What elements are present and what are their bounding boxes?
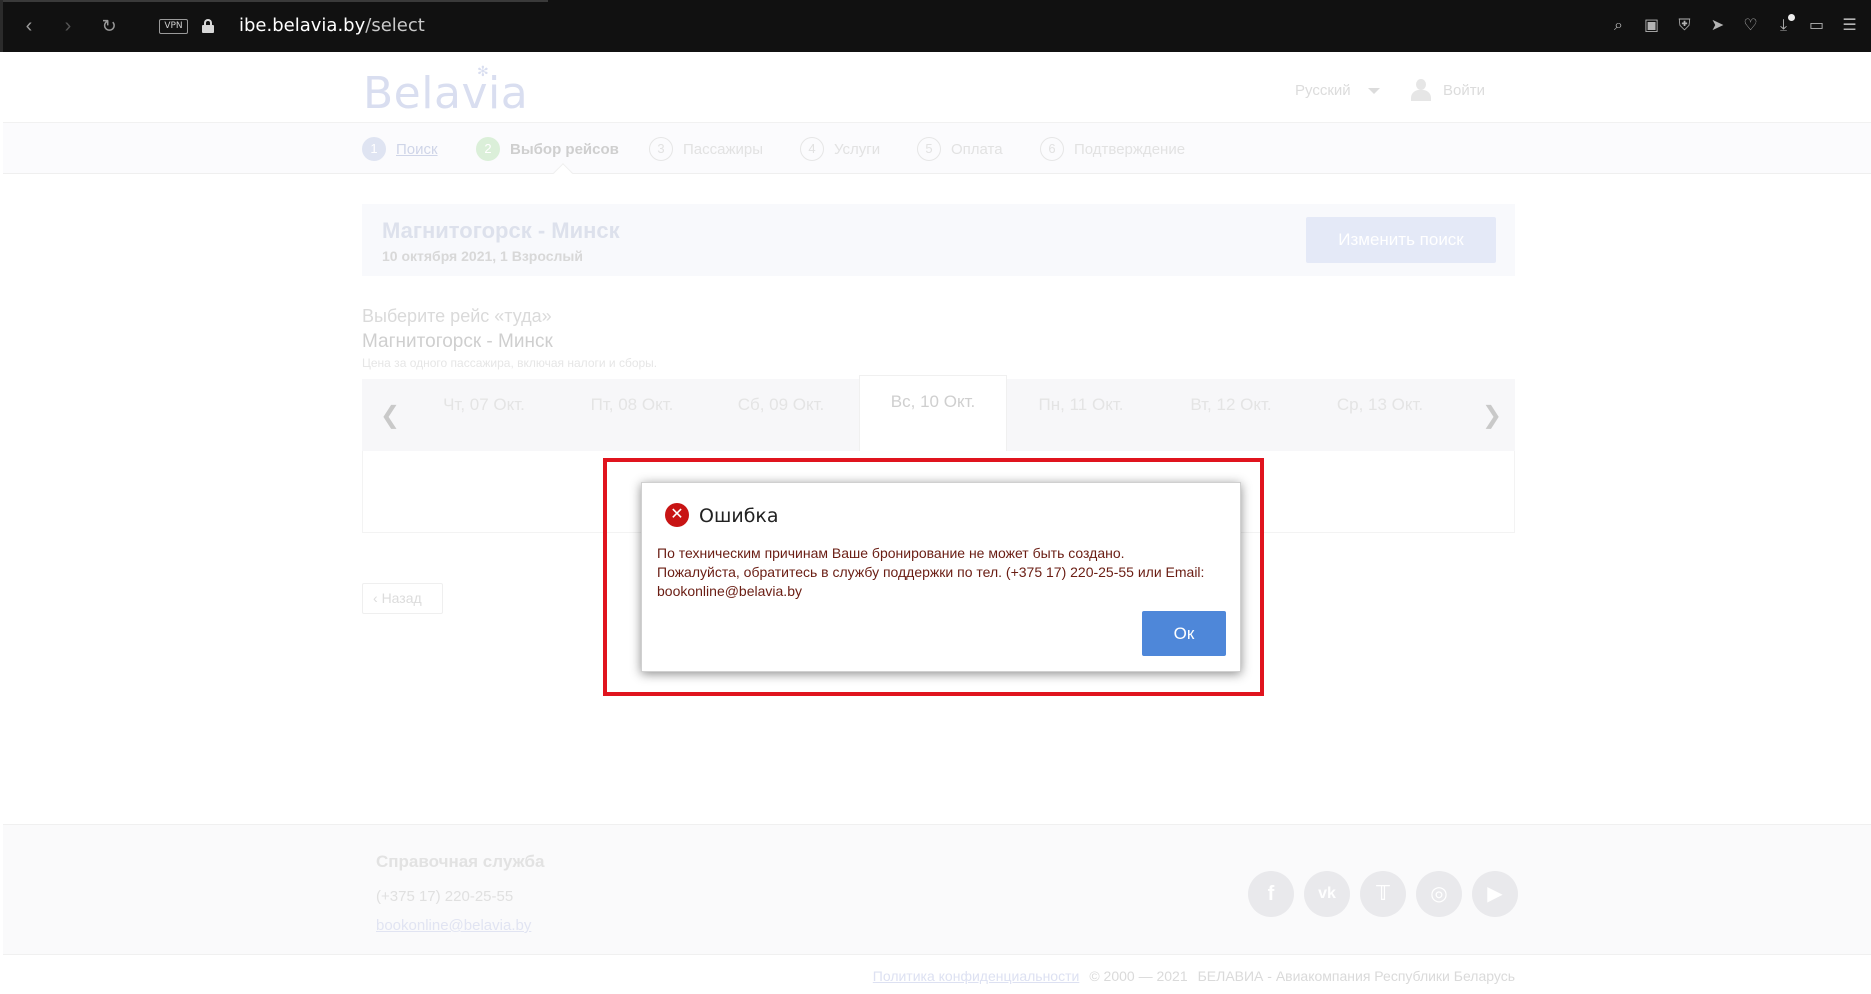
send-icon[interactable]: ➤: [1706, 14, 1729, 38]
company-name: БЕЛАВИА - Авиакомпания Республики Белару…: [1197, 968, 1515, 984]
footer: Справочная служба (+375 17) 220-25-55 bo…: [3, 824, 1871, 954]
date-tab[interactable]: Ср, 13 Окт.: [1306, 395, 1454, 415]
lock-icon[interactable]: [202, 19, 214, 33]
step-label: Подтверждение: [1074, 140, 1186, 158]
youtube-icon[interactable]: ▶: [1472, 871, 1518, 917]
tab-strip: [3, 0, 548, 2]
url-path: /select: [365, 15, 425, 36]
toolbar-icons: ⌕ ▣ ⛨ ➤ ♡ ⤓ ▭ ☰: [1607, 14, 1861, 38]
step-label: Пассажиры: [683, 140, 764, 158]
heart-icon[interactable]: ♡: [1739, 14, 1762, 38]
facebook-icon[interactable]: f: [1248, 871, 1294, 917]
dialog-title: Ошибка: [699, 505, 779, 527]
step-search[interactable]: 1 Поиск: [362, 137, 438, 161]
vk-icon[interactable]: vk: [1304, 871, 1350, 917]
dialog-message-line: По техническим причинам Ваше бронировани…: [657, 545, 1125, 561]
step-payment: 5 Оплата: [917, 137, 1003, 161]
address-bar[interactable]: ibe.belavia.by/select: [239, 15, 425, 36]
download-icon[interactable]: ⤓: [1772, 14, 1795, 38]
step-services: 4 Услуги: [800, 137, 880, 161]
step-number: 6: [1040, 137, 1064, 161]
step-label: Выбор рейсов: [510, 140, 619, 158]
search-summary: Магнитогорск - Минск 10 октября 2021, 1 …: [362, 204, 1515, 276]
selection-title: Выберите рейс «туда»: [362, 306, 552, 326]
error-icon: ✕: [665, 503, 689, 527]
twitter-icon[interactable]: 𝕋: [1360, 871, 1406, 917]
error-dialog: ✕ Ошибка По техническим причинам Ваше бр…: [641, 482, 1241, 672]
summary-route: Магнитогорск - Минск: [382, 218, 620, 243]
back-icon[interactable]: ‹: [17, 14, 41, 38]
dialog-message: По техническим причинам Ваше бронировани…: [657, 544, 1232, 601]
chevron-right-icon[interactable]: ❯: [1482, 401, 1502, 430]
step-passengers: 3 Пассажиры: [649, 137, 763, 161]
step-number: 4: [800, 137, 824, 161]
booking-steps: 1 Поиск 2 Выбор рейсов 3 Пассажиры 4 Усл…: [3, 122, 1871, 174]
back-button-label: Назад: [381, 590, 422, 606]
change-search-button[interactable]: Изменить поиск: [1306, 217, 1496, 263]
footer-bottom: Политика конфиденциальности © 2000 — 202…: [3, 954, 1871, 994]
menu-icon[interactable]: ☰: [1838, 14, 1861, 38]
date-tab[interactable]: Пт, 08 Окт.: [558, 395, 706, 415]
summary-details: 10 октября 2021, 1 Взрослый: [382, 248, 583, 264]
instagram-icon[interactable]: ◎: [1416, 871, 1462, 917]
reload-icon[interactable]: ↻: [97, 14, 121, 38]
footer-email-link[interactable]: bookonline@belavia.by: [376, 917, 531, 934]
footer-phone: (+375 17) 220-25-55: [376, 888, 514, 905]
social-links: f vk 𝕋 ◎ ▶: [1248, 871, 1518, 917]
chevron-down-icon[interactable]: [1368, 88, 1380, 94]
ok-button[interactable]: Ок: [1142, 611, 1226, 656]
date-tab-selected[interactable]: Вс, 10 Окт.: [859, 375, 1007, 451]
forward-icon[interactable]: ›: [56, 14, 80, 38]
logo-star-icon: ✻: [477, 63, 489, 79]
step-number: 3: [649, 137, 673, 161]
battery-icon[interactable]: ▭: [1805, 14, 1828, 38]
footer-title: Справочная служба: [376, 852, 545, 871]
vpn-badge[interactable]: VPN: [159, 19, 188, 34]
page: Belavia ✻ Русский Войти 1 Поиск 2 Выбор …: [3, 52, 1871, 994]
user-icon[interactable]: [1410, 79, 1432, 101]
date-carousel: ❮ Чт, 07 Окт. Пт, 08 Окт. Сб, 09 Окт. Вс…: [362, 375, 1515, 451]
step-label: Поиск: [396, 140, 438, 158]
camera-icon[interactable]: ▣: [1640, 14, 1663, 38]
selection-route: Магнитогорск - Минск: [362, 331, 553, 352]
copyright-years: © 2000 — 2021: [1089, 968, 1188, 984]
language-selector[interactable]: Русский: [1295, 82, 1351, 99]
date-tab[interactable]: Чт, 07 Окт.: [410, 395, 558, 415]
footer-legal: Политика конфиденциальности © 2000 — 202…: [873, 968, 1515, 984]
back-button[interactable]: ‹ Назад: [362, 583, 443, 614]
step-number: 2: [476, 137, 500, 161]
chevron-left-icon[interactable]: ❮: [380, 401, 400, 430]
browser-toolbar: ‹ › ↻ VPN ibe.belavia.by/select ⌕ ▣ ⛨ ➤ …: [0, 0, 1871, 52]
step-label: Услуги: [834, 140, 881, 158]
step-number: 1: [362, 137, 386, 161]
step-number: 5: [917, 137, 941, 161]
dialog-message-line: bookonline@belavia.by: [657, 583, 802, 599]
date-tab[interactable]: Вт, 12 Окт.: [1157, 395, 1305, 415]
login-link[interactable]: Войти: [1443, 82, 1485, 99]
step-label: Оплата: [951, 140, 1003, 158]
step-flights: 2 Выбор рейсов: [476, 137, 619, 161]
chevron-left-icon: ‹: [373, 590, 378, 606]
privacy-link[interactable]: Политика конфиденциальности: [873, 968, 1080, 984]
dialog-message-line: Пожалуйста, обратитесь в службу поддержк…: [657, 564, 1205, 580]
date-tab[interactable]: Сб, 09 Окт.: [707, 395, 855, 415]
search-icon[interactable]: ⌕: [1607, 14, 1630, 38]
belavia-logo[interactable]: Belavia: [363, 68, 528, 119]
step-confirmation: 6 Подтверждение: [1040, 137, 1185, 161]
shield-icon[interactable]: ⛨: [1673, 14, 1696, 38]
price-note: Цена за одного пассажира, включая налоги…: [362, 356, 658, 370]
date-tab[interactable]: Пн, 11 Окт.: [1007, 395, 1155, 415]
url-domain: ibe.belavia.by: [239, 15, 366, 36]
